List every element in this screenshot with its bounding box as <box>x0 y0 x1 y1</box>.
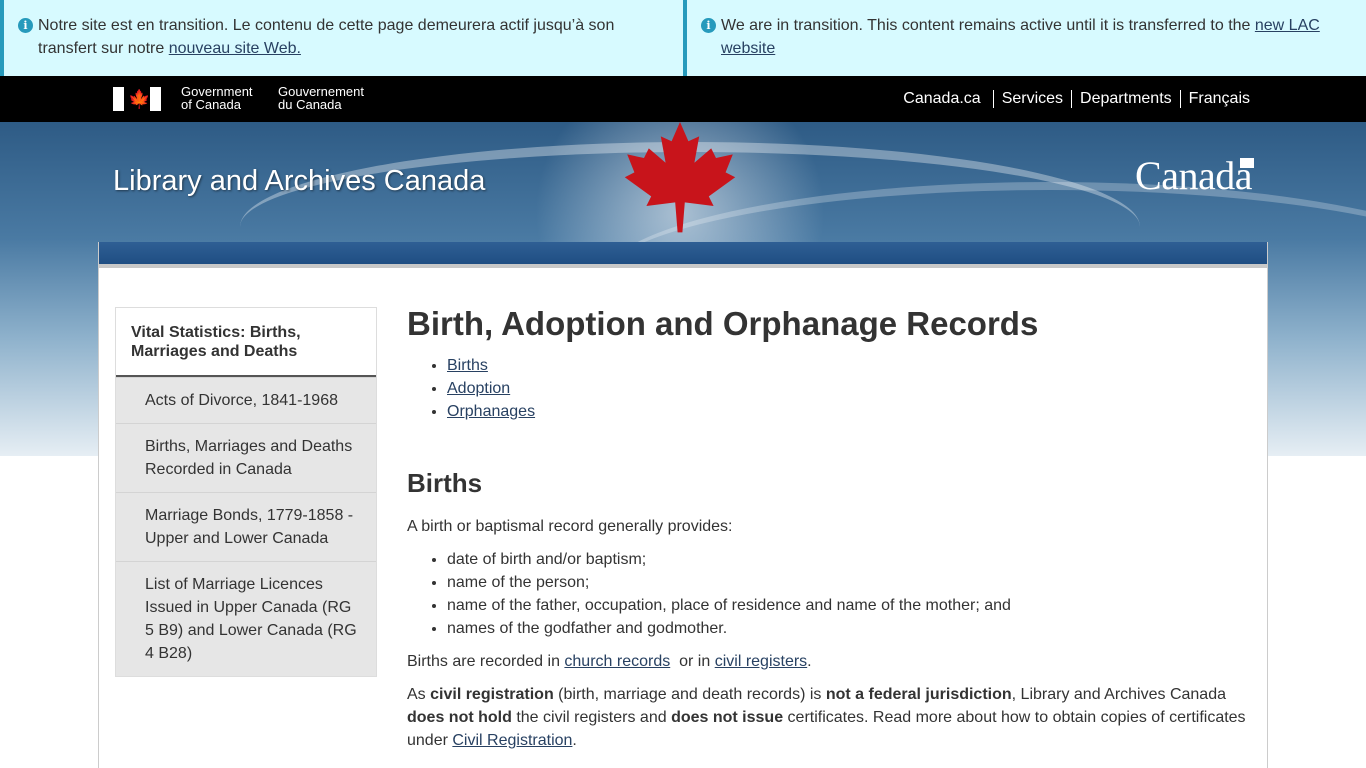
section-menu: Vital Statistics: Births, Marriages and … <box>115 307 377 677</box>
wordmark-flag-icon <box>1240 158 1254 168</box>
page-title: Birth, Adoption and Orphanage Records <box>407 305 1039 342</box>
toc-link-births[interactable]: Births <box>447 357 488 374</box>
notice-french-text: Notre site est en transition. Le contenu… <box>38 17 615 57</box>
section-menu-heading[interactable]: Vital Statistics: Births, Marriages and … <box>116 308 376 377</box>
toc-item: Orphanages <box>447 400 1253 423</box>
site-title[interactable]: Library and Archives Canada <box>113 164 485 198</box>
info-icon: i <box>701 18 716 33</box>
menu-departments[interactable]: Departments <box>1071 90 1180 108</box>
list-item: names of the godfather and godmother. <box>447 617 1253 640</box>
table-of-contents: Births Adoption Orphanages <box>407 354 1253 423</box>
section-menu-item[interactable]: List of Marriage Licences Issued in Uppe… <box>116 561 376 676</box>
births-recorded-paragraph: Births are recorded in church records or… <box>407 653 812 670</box>
births-intro: A birth or baptismal record generally pr… <box>407 518 733 535</box>
civil-registers-link[interactable]: civil registers <box>715 653 807 670</box>
section-menu-item[interactable]: Marriage Bonds, 1779-1858 - Upper and Lo… <box>116 492 376 561</box>
menu-canada-ca[interactable]: Canada.ca <box>903 90 992 108</box>
toc-link-adoption[interactable]: Adoption <box>447 380 510 397</box>
transition-notices: i Notre site est en transition. Le conte… <box>0 0 1366 76</box>
menu-francais[interactable]: Français <box>1179 90 1250 108</box>
info-icon: i <box>18 18 33 33</box>
menu-services[interactable]: Services <box>992 90 1071 108</box>
list-item: name of the person; <box>447 571 1253 594</box>
list-item: date of birth and/or baptism; <box>447 548 1253 571</box>
notice-english-text: We are in transition. This content remai… <box>721 17 1255 34</box>
toc-item: Births <box>447 354 1253 377</box>
civil-registration-paragraph: As civil registration (birth, marriage a… <box>407 686 1246 749</box>
toc-item: Adoption <box>447 377 1253 400</box>
federal-identity-bar: 🍁 Government of Canada Gouvernement du Can… <box>0 76 1366 122</box>
government-of-canada-signature: Government of Canada <box>181 84 253 112</box>
church-records-link[interactable]: church records <box>564 653 670 670</box>
canada-flag-icon[interactable]: 🍁 <box>113 87 161 111</box>
gouvernement-du-canada-signature: Gouvernement du Canada <box>278 84 364 112</box>
notice-french: i Notre site est en transition. Le conte… <box>0 0 683 76</box>
section-menu-item[interactable]: Births, Marriages and Deaths Recorded in… <box>116 423 376 492</box>
list-item: name of the father, occupation, place of… <box>447 594 1253 617</box>
maple-leaf-icon <box>624 122 736 233</box>
main-content: Birth, Adoption and Orphanage Records Bi… <box>407 304 1253 762</box>
section-menu-item[interactable]: Acts of Divorce, 1841-1968 <box>116 377 376 423</box>
birth-record-facts: date of birth and/or baptism; name of th… <box>407 548 1253 640</box>
content-panel: Vital Statistics: Births, Marriages and … <box>98 242 1268 768</box>
notice-english: i We are in transition. This content rem… <box>683 0 1366 76</box>
births-heading: Births <box>407 468 483 498</box>
civil-registration-link[interactable]: Civil Registration <box>452 732 572 749</box>
federal-menu: Canada.ca Services Departments Français <box>903 90 1250 108</box>
canada-wordmark: Canada <box>1135 153 1254 198</box>
toc-link-orphanages[interactable]: Orphanages <box>447 403 535 420</box>
notice-french-link[interactable]: nouveau site Web. <box>169 40 301 57</box>
